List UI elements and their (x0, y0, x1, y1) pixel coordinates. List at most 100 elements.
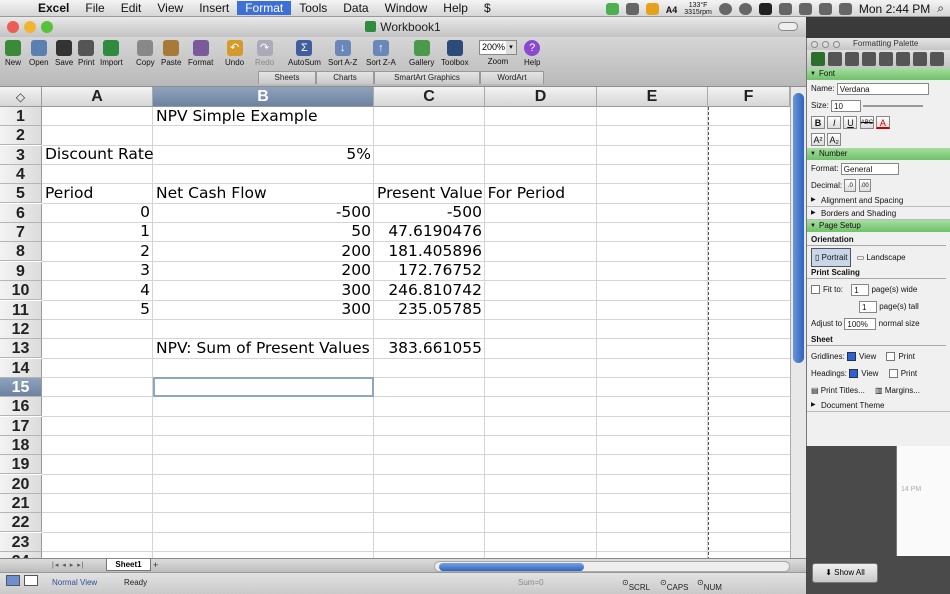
row-header-12[interactable]: 12 (0, 319, 42, 339)
tab-sheets[interactable]: Sheets (258, 71, 316, 84)
temperature-readout[interactable]: 133°F 3315rpm (684, 2, 712, 16)
cell-a5[interactable]: Period (42, 184, 96, 203)
open-button[interactable]: Open (29, 40, 49, 67)
fit-tall-field[interactable]: 1 (859, 300, 877, 313)
cell-c6[interactable]: -500 (374, 203, 485, 222)
row-header-3[interactable]: 3 (0, 145, 42, 165)
toolbox-button[interactable]: Toolbox (441, 40, 469, 67)
row-header-14[interactable]: 14 (0, 358, 42, 378)
select-all-corner[interactable]: ◇ (0, 87, 42, 107)
active-cell-b15[interactable] (153, 377, 374, 397)
zoom-dropdown[interactable]: 200% ▾ (479, 40, 517, 55)
fit-to-checkbox[interactable] (811, 285, 820, 295)
status-icon-circle[interactable] (718, 2, 732, 15)
row-header-22[interactable]: 22 (0, 513, 42, 533)
sheet-tab[interactable]: Sheet1 (106, 559, 151, 571)
tab-wordart[interactable]: WordArt (480, 71, 544, 84)
superscript-button[interactable]: A² (811, 133, 825, 147)
row-header-16[interactable]: 16 (0, 397, 42, 417)
horizontal-scroll-thumb[interactable] (439, 563, 584, 571)
row-header-10[interactable]: 10 (0, 281, 42, 301)
cell-a3[interactable]: Discount Rate (42, 145, 157, 164)
new-button[interactable]: New (5, 40, 21, 67)
column-header-c[interactable]: C (374, 87, 485, 107)
vertical-scrollbar[interactable] (790, 87, 806, 558)
menu-tools[interactable]: Tools (291, 1, 335, 15)
row-header-9[interactable]: 9 (0, 261, 42, 281)
page-setup-section-header[interactable]: Page Setup (807, 220, 950, 232)
row-header-20[interactable]: 20 (0, 474, 42, 494)
cell-b10[interactable]: 300 (153, 281, 374, 300)
sort-a-z-button[interactable]: ↓ Sort A-Z (328, 40, 357, 67)
row-header-4[interactable]: 4 (0, 165, 42, 185)
status-icon-gear[interactable] (625, 2, 639, 15)
vertical-scroll-thumb[interactable] (793, 93, 804, 363)
menu-app[interactable]: Excel (30, 1, 77, 15)
cell-b3[interactable]: 5% (153, 145, 374, 164)
gallery-button[interactable]: Gallery (409, 40, 434, 67)
add-sheet-icon[interactable]: + (153, 560, 158, 570)
fit-wide-field[interactable]: 1 (851, 283, 870, 296)
horizontal-scrollbar[interactable] (434, 561, 790, 572)
format-painter-button[interactable]: Format (188, 40, 213, 67)
italic-button[interactable]: I (827, 116, 842, 130)
menu-file[interactable]: File (77, 1, 112, 15)
sort-z-a-button[interactable]: ↑ Sort Z-A (366, 40, 396, 67)
redo-button[interactable]: ↷ Redo (255, 40, 274, 67)
column-header-f[interactable]: F (708, 87, 790, 107)
cell-a6[interactable]: 0 (42, 203, 153, 222)
volume-icon[interactable] (798, 2, 812, 15)
undo-button[interactable]: ↶ Undo (225, 40, 244, 67)
borders-section-header[interactable]: Borders and Shading (807, 207, 950, 220)
underline-button[interactable]: U (843, 116, 858, 130)
cell-b5[interactable]: Net Cash Flow (153, 184, 270, 203)
strikethrough-button[interactable]: ABC (859, 116, 874, 130)
wrench-icon[interactable] (930, 52, 944, 66)
import-button[interactable]: Import (100, 40, 123, 67)
row-header-1[interactable]: 1 (0, 107, 42, 126)
cell-b11[interactable]: 300 (153, 300, 374, 319)
show-all-button[interactable]: ⬇ Show All (812, 563, 878, 583)
row-header-5[interactable]: 5 (0, 184, 42, 204)
formula-builder-icon[interactable] (845, 52, 859, 66)
cell-b13[interactable]: NPV: Sum of Present Values (153, 339, 373, 358)
menu-insert[interactable]: Insert (191, 1, 237, 15)
font-section-header[interactable]: Font (807, 68, 950, 80)
number-format-dropdown[interactable]: General (840, 162, 899, 175)
status-icon-orange[interactable] (645, 2, 659, 15)
cell-c8[interactable]: 181.405896 (374, 242, 485, 261)
cell-b8[interactable]: 200 (153, 242, 374, 261)
portrait-button[interactable]: ▯ Portrait (811, 248, 852, 267)
cell-a7[interactable]: 1 (42, 222, 153, 241)
document-theme-section-header[interactable]: Document Theme (807, 399, 950, 412)
cell-c9[interactable]: 172.76752 (374, 261, 485, 280)
status-icon-one[interactable] (758, 2, 772, 15)
number-section-header[interactable]: Number (807, 148, 950, 160)
row-header-17[interactable]: 17 (0, 416, 42, 436)
column-header-b[interactable]: B (153, 87, 374, 107)
cell-a8[interactable]: 2 (42, 242, 153, 261)
cell-b7[interactable]: 50 (153, 222, 374, 241)
row-header-15[interactable]: 15 (0, 377, 42, 397)
menu-data[interactable]: Data (335, 1, 376, 15)
cell-a9[interactable]: 3 (42, 261, 153, 280)
scrapbook-icon[interactable] (862, 52, 876, 66)
column-header-d[interactable]: D (485, 87, 597, 107)
cell-b1[interactable]: NPV Simple Example (153, 107, 321, 126)
status-icon-green[interactable] (605, 2, 619, 15)
headings-view-checkbox[interactable] (849, 369, 859, 379)
worksheet-grid[interactable]: ◇ A B C D E F 1 2 3 4 5 6 7 8 9 10 11 12 13 14 15 16 17 1… (0, 87, 790, 575)
print-titles-button[interactable]: ▤ Print Titles... (811, 386, 865, 395)
row-header-7[interactable]: 7 (0, 223, 42, 243)
cell-a11[interactable]: 5 (42, 300, 153, 319)
toolbar-toggle-button[interactable] (778, 22, 798, 31)
row-header-11[interactable]: 11 (0, 300, 42, 320)
help-button[interactable]: ? Help (524, 40, 540, 67)
page-layout-view-button[interactable] (24, 575, 38, 588)
row-header-23[interactable]: 23 (0, 532, 42, 552)
adjust-field[interactable]: 100% (844, 317, 877, 330)
margins-button[interactable]: ▥ Margins... (875, 386, 920, 395)
cell-c11[interactable]: 235.05785 (374, 300, 485, 319)
row-header-19[interactable]: 19 (0, 455, 42, 475)
font-color-button[interactable]: A (875, 116, 890, 130)
